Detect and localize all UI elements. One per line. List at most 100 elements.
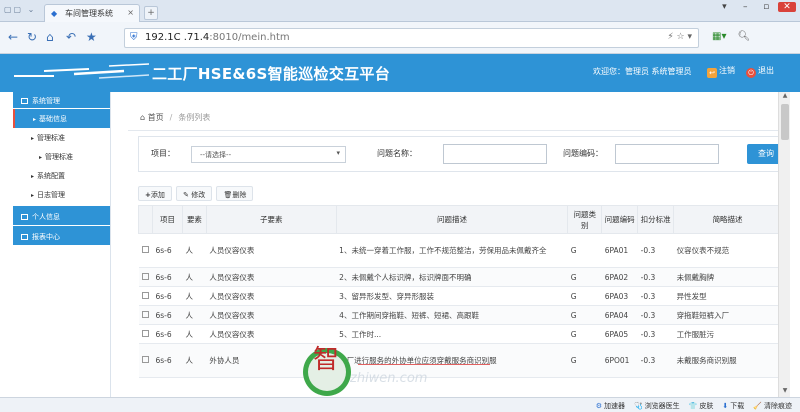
problem-name-input[interactable]	[443, 144, 547, 164]
sidebar-group-label: 个人信息	[32, 213, 60, 221]
sidebar-item-label: 管理标准	[37, 134, 66, 142]
app-title: 二工厂HSE&6S智能巡检交互平台	[152, 65, 391, 83]
breadcrumb-home[interactable]: 首页	[148, 113, 164, 122]
tab-list-icons[interactable]: ▢▢ ⌄	[4, 5, 36, 14]
table-cell: 人员仪容仪表	[206, 267, 337, 287]
row-checkbox[interactable]	[141, 356, 149, 363]
sidebar-group-reports[interactable]: 报表中心	[13, 226, 110, 246]
minimize-icon[interactable]: –	[736, 2, 754, 12]
table-toolbar: +添加 ✎ 修改 🗑︎删除	[138, 186, 255, 203]
sidebar-group-system[interactable]: 系统管理	[13, 92, 110, 109]
table-cell: 工作服脏污	[673, 324, 782, 344]
scroll-up-icon[interactable]: ▲	[779, 92, 791, 102]
undo-icon[interactable]: ↶	[66, 30, 76, 44]
row-select-cell	[138, 286, 153, 306]
row-checkbox[interactable]	[141, 310, 149, 318]
refresh-icon[interactable]: ↻	[27, 30, 37, 44]
close-icon[interactable]: ✕	[778, 2, 796, 12]
dropdown-icon[interactable]: ▾	[715, 2, 733, 12]
table-cell: -0.3	[637, 286, 674, 306]
apps-grid-icon[interactable]: ▦▾	[712, 31, 726, 42]
exit-icon: ⏻	[746, 68, 756, 78]
table-row[interactable]: 6s-6 人人员仪容仪表 2、未佩戴个人标识牌，标识牌面不明确 G 6PA02 -0.3 未…	[138, 267, 782, 287]
table-row[interactable]: 6s-6 人人员仪容仪表 3、留异形发型、穿异形服装 G 6PA03 -0.3 异性发型	[138, 286, 782, 306]
item-label: 项目：	[151, 149, 175, 158]
breadcrumb-current: 条例列表	[178, 113, 211, 122]
table-row[interactable]: 6s-6 人人员仪容仪表 5、工作时... G 6PA05 -0.3 工作服脏污	[138, 324, 782, 344]
logo-streaks-icon	[14, 63, 149, 79]
table-header-row: 项目 要素 子要素 问题描述 问题类别 问题编码 扣分标准 简略描述	[138, 205, 782, 234]
add-label: 添加	[150, 191, 165, 199]
row-select-cell	[138, 343, 153, 378]
url-path: :8010/mein.htm	[209, 32, 290, 43]
sidebar-item-config[interactable]: 系统配置	[13, 166, 110, 185]
trash-icon: 🗑︎	[223, 191, 233, 199]
url-actions[interactable]: ⚡ ☆ ▾	[667, 32, 692, 42]
sidebar-item-standards-sub[interactable]: 管理标准	[13, 147, 110, 166]
sidebar-item-standards[interactable]: 管理标准	[13, 128, 110, 147]
rules-table: 项目 要素 子要素 问题描述 问题类别 问题编码 扣分标准 简略描述 6s-6 人…	[138, 205, 782, 378]
logout-button[interactable]: ↩ 注销	[707, 65, 735, 78]
browser-tab[interactable]: ◆ 车间管理系统 ×	[44, 4, 140, 22]
statusbar-item[interactable]: ⬇ 下载	[722, 402, 744, 410]
home-icon[interactable]: ⌂	[46, 30, 54, 44]
table-cell: 人	[182, 305, 207, 325]
statusbar-item-icon: 🩺	[633, 402, 643, 410]
row-checkbox[interactable]	[141, 291, 149, 299]
new-tab-button[interactable]: +	[144, 6, 158, 20]
row-checkbox[interactable]	[141, 329, 149, 337]
vertical-scrollbar[interactable]: ▲ ▼	[778, 92, 790, 397]
watermark-text: zhiwen.com	[350, 371, 428, 386]
table-cell: 6PO01	[601, 343, 638, 378]
statusbar-item[interactable]: 🧹 清除痕迹	[753, 402, 792, 410]
scroll-down-icon[interactable]: ▼	[779, 387, 791, 397]
table-cell: 6PA01	[601, 233, 638, 268]
sidebar-item-basic-info[interactable]: 基础信息	[13, 109, 110, 128]
table-cell: -0.3	[637, 324, 674, 344]
edit-button[interactable]: ✎ 修改	[176, 186, 213, 201]
favorite-star-icon[interactable]: ★	[86, 30, 97, 44]
table-cell: -0.3	[637, 267, 674, 287]
maximize-icon[interactable]: ▫	[757, 2, 775, 12]
watermark-char: 智	[313, 345, 339, 375]
table-row[interactable]: 6s-6 人人员仪容仪表 4、工作期间穿拖鞋、短裤、短裙、高跟鞋 G 6PA04 -0.3…	[138, 305, 782, 325]
statusbar-item[interactable]: 👕 皮肤	[689, 402, 714, 410]
problem-code-input[interactable]	[615, 144, 719, 164]
row-select-cell	[138, 233, 153, 268]
table-cell: -0.3	[637, 343, 674, 378]
browser-tabbar: ▢▢ ⌄ ◆ 车间管理系统 × + ▾ – ▫ ✕	[0, 0, 800, 22]
exit-button[interactable]: ⏻ 退出	[746, 65, 774, 78]
statusbar-item[interactable]: 🩺 浏览器医生	[634, 402, 680, 410]
row-checkbox[interactable]	[141, 272, 149, 280]
add-button[interactable]: +添加	[138, 186, 172, 201]
header-select	[138, 205, 153, 234]
table-row[interactable]: 6s-6 人人员仪容仪表 1、未统一穿着工作服，工作不规范整洁，劳保用品未佩戴齐全 G…	[138, 233, 782, 268]
sidebar-group-personal[interactable]: 个人信息	[13, 206, 110, 226]
statusbar-item-label: 加速器	[603, 402, 625, 410]
table-cell: 未佩戴胸牌	[673, 267, 782, 287]
url-input[interactable]: ⛨ 192.1C .71.4:8010/mein.htm ⚡ ☆ ▾	[124, 28, 699, 48]
scroll-thumb[interactable]	[781, 104, 789, 140]
item-select[interactable]: --请选择-- ▾	[191, 146, 346, 163]
row-select-cell	[138, 305, 153, 325]
search-icon[interactable]: 🔍︎	[738, 31, 751, 42]
sidebar-item-label: 日志管理	[37, 191, 66, 199]
header-cell: 子要素	[205, 205, 337, 234]
table-cell: 4、工作期间穿拖鞋、短裤、短裙、高跟鞋	[336, 305, 568, 325]
sidebar-item-label: 系统配置	[37, 172, 66, 180]
table-cell: -0.3	[637, 305, 674, 325]
statusbar-item[interactable]: ⚙ 加速器	[596, 402, 625, 410]
statusbar-item-icon: ⚙	[595, 402, 602, 410]
delete-button[interactable]: 🗑︎删除	[216, 186, 254, 201]
table-cell: 6PA03	[601, 286, 638, 306]
row-checkbox[interactable]	[141, 246, 149, 253]
table-cell: 6s-6	[152, 233, 183, 268]
sidebar-item-logs[interactable]: 日志管理	[13, 185, 110, 204]
watermark-logo: 智	[303, 345, 351, 396]
table-row[interactable]: 6s-6 人外协人员 入厂进行服务的外协单位应须穿戴服务商识别服 G 6PO01 -0.3…	[138, 343, 782, 378]
header-cell: 问题类别	[567, 205, 603, 234]
menu-icon	[21, 234, 28, 240]
back-icon[interactable]: ←	[8, 30, 18, 44]
header-cell: 问题编码	[601, 205, 639, 234]
tab-close-icon[interactable]: ×	[127, 8, 134, 17]
